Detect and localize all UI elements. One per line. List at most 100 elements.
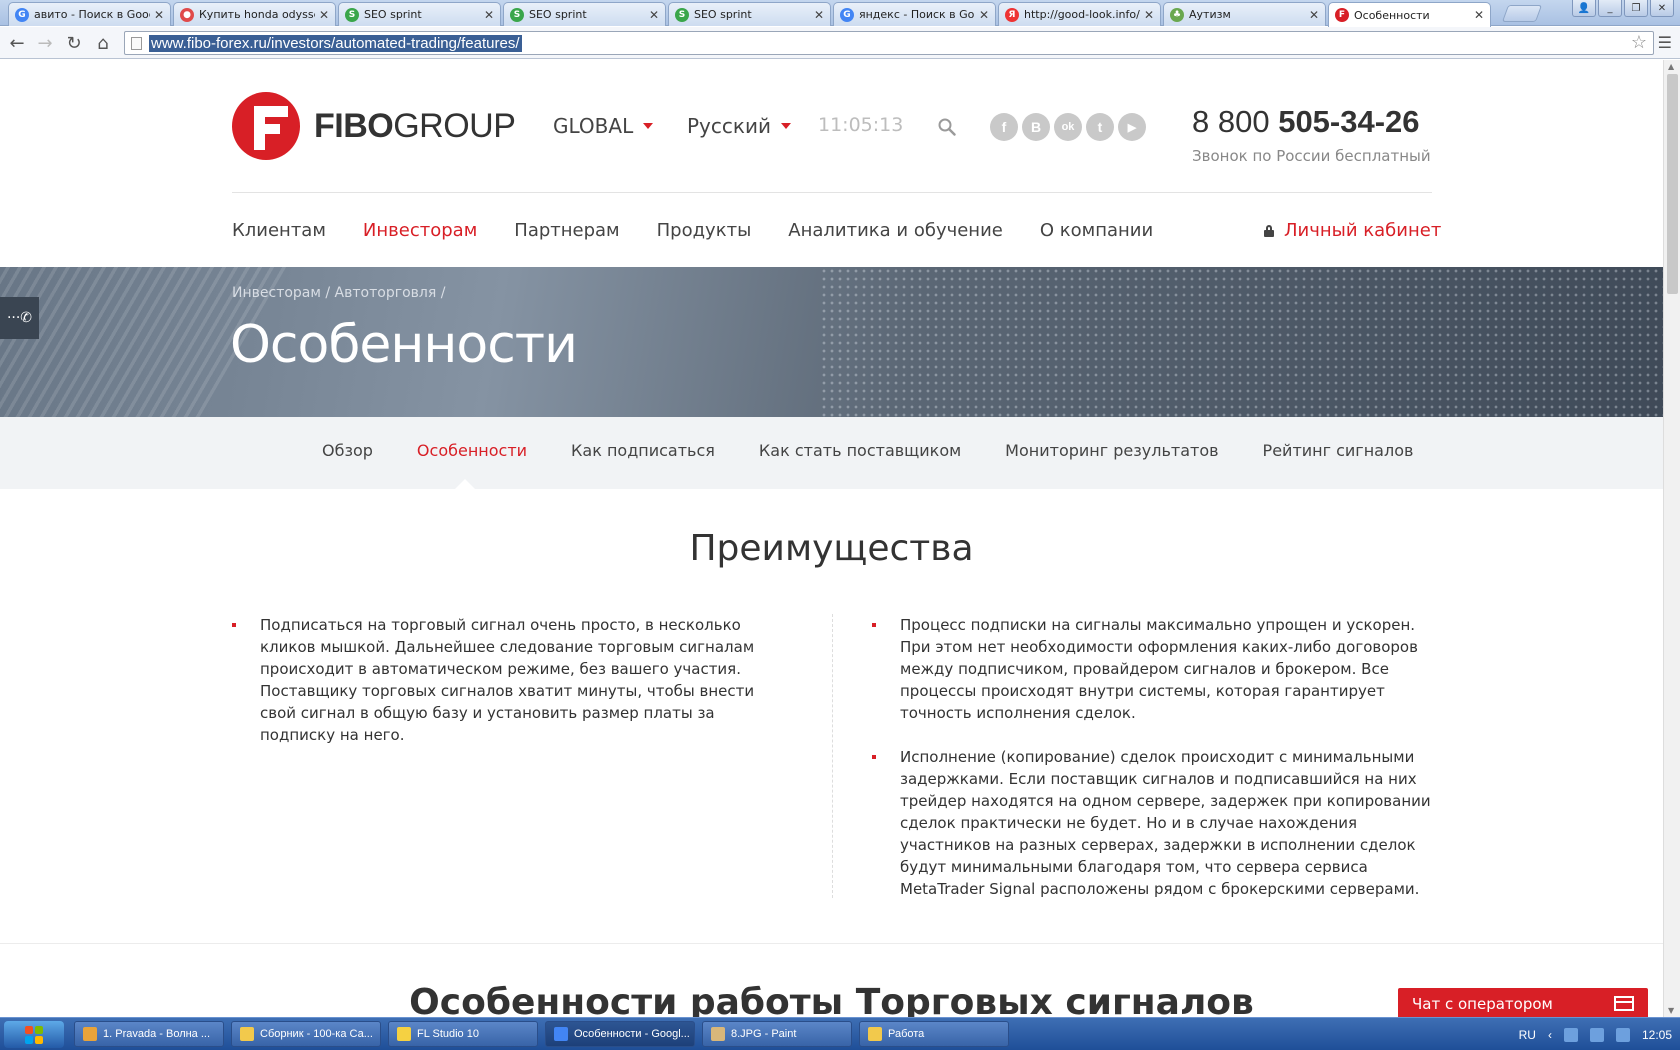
network-icon[interactable] bbox=[1563, 1027, 1578, 1042]
address-bar[interactable]: www.fibo-forex.ru/investors/automated-tr… bbox=[124, 31, 1654, 55]
taskbar-label: 8.JPG - Paint bbox=[731, 1028, 797, 1040]
callback-phone-icon[interactable]: ···✆ bbox=[0, 297, 39, 339]
home-icon[interactable]: ⌂ bbox=[90, 30, 116, 56]
odnoklassniki-icon[interactable]: ok bbox=[1054, 113, 1082, 141]
volume-icon[interactable] bbox=[1589, 1027, 1604, 1042]
new-tab-button[interactable] bbox=[1501, 5, 1543, 22]
close-window-button[interactable]: ✕ bbox=[1650, 0, 1674, 17]
browser-tab[interactable]: Яhttp://good-look.info/ ✕ bbox=[998, 2, 1161, 26]
app-icon bbox=[240, 1027, 254, 1041]
scroll-down-icon[interactable]: ▼ bbox=[1668, 1006, 1674, 1015]
nav-item[interactable]: О компании bbox=[1040, 220, 1153, 241]
taskbar-window-button[interactable]: 8.JPG - Paint bbox=[702, 1021, 852, 1047]
search-icon[interactable] bbox=[938, 118, 956, 136]
subnav-tab[interactable]: Рейтинг сигналов bbox=[1263, 441, 1414, 460]
tab-title: Купить honda odyssey bbox=[199, 8, 315, 21]
breadcrumb[interactable]: Инвесторам / Автоторговля / bbox=[232, 285, 445, 301]
close-tab-icon[interactable]: ✕ bbox=[649, 8, 659, 22]
tray-expand-icon[interactable]: ‹ bbox=[1548, 1028, 1552, 1042]
tab-title: SEO sprint bbox=[694, 8, 752, 21]
chat-operator-button[interactable]: Чат с оператором bbox=[1398, 988, 1648, 1017]
phone-number[interactable]: 8 800 505-34-26 bbox=[1192, 104, 1420, 140]
taskbar-window-button[interactable]: Работа bbox=[859, 1021, 1009, 1047]
chat-label: Чат с оператором bbox=[1412, 995, 1553, 1013]
logo-text: FIBOGROUP bbox=[314, 106, 516, 145]
advantages-right-column: Процесс подписки на сигналы максимально … bbox=[872, 614, 1432, 922]
page-scrollbar[interactable]: ▲ ▼ bbox=[1663, 60, 1680, 1017]
personal-cabinet-link[interactable]: Личный кабинет bbox=[1264, 220, 1441, 241]
region-dropdown[interactable]: GLOBAL bbox=[553, 114, 654, 138]
subnav-tab[interactable]: Особенности bbox=[417, 441, 527, 460]
subnav-tab[interactable]: Как стать поставщиком bbox=[759, 441, 961, 460]
taskbar-window-button[interactable]: Сборник - 100-ка Са... bbox=[231, 1021, 381, 1047]
close-tab-icon[interactable]: ✕ bbox=[979, 8, 989, 22]
close-tab-icon[interactable]: ✕ bbox=[1474, 8, 1484, 22]
browser-tab[interactable]: ● Купить honda odyssey ✕ bbox=[173, 2, 336, 26]
browser-tab[interactable]: S SEO sprint ✕ bbox=[668, 2, 831, 26]
caret-down-icon bbox=[780, 123, 791, 129]
tab-title: Аутизм bbox=[1189, 8, 1231, 21]
seosprint-icon: S bbox=[675, 7, 689, 22]
scroll-up-icon[interactable]: ▲ bbox=[1668, 62, 1674, 71]
nav-item[interactable]: Продукты bbox=[657, 220, 752, 241]
maximize-button[interactable]: ❐ bbox=[1624, 0, 1648, 17]
browser-tab[interactable]: ♣ Аутизм ✕ bbox=[1163, 2, 1326, 26]
close-tab-icon[interactable]: ✕ bbox=[1309, 8, 1319, 22]
active-tab-pointer bbox=[455, 479, 475, 489]
seosprint-icon: S bbox=[510, 7, 524, 22]
close-tab-icon[interactable]: ✕ bbox=[319, 8, 329, 22]
twitter-icon[interactable]: t bbox=[1086, 113, 1114, 141]
browser-tab[interactable]: S SEO sprint ✕ bbox=[338, 2, 501, 26]
facebook-icon[interactable]: f bbox=[990, 113, 1018, 141]
page-title: Особенности bbox=[230, 315, 578, 375]
taskbar-label: Работа bbox=[888, 1028, 925, 1040]
advantage-item: Процесс подписки на сигналы максимально … bbox=[872, 614, 1432, 724]
web-page: FIBOGROUP GLOBAL Русский 11:05:13 f B ok… bbox=[0, 60, 1663, 1017]
advantages-left-column: Подписаться на торговый сигнал очень про… bbox=[232, 614, 792, 768]
language-indicator[interactable]: RU bbox=[1519, 1028, 1536, 1042]
menu-icon[interactable]: ☰ bbox=[1658, 33, 1672, 52]
subnav-tab[interactable]: Обзор bbox=[322, 441, 373, 460]
app-icon bbox=[83, 1027, 97, 1041]
browser-tab[interactable]: S SEO sprint ✕ bbox=[503, 2, 666, 26]
browser-tab[interactable]: Gяндекс - Поиск в Google ✕ bbox=[833, 2, 996, 26]
fibo-logo[interactable]: FIBOGROUP bbox=[232, 92, 516, 160]
taskbar-clock[interactable]: 12:05 bbox=[1642, 1028, 1672, 1042]
nav-item[interactable]: Клиентам bbox=[232, 220, 326, 241]
nav-item[interactable]: Аналитика и обучение bbox=[788, 220, 1003, 241]
advantage-item: Подписаться на торговый сигнал очень про… bbox=[232, 614, 792, 746]
reload-icon[interactable]: ↻ bbox=[61, 30, 87, 56]
scrollbar-thumb[interactable] bbox=[1667, 74, 1678, 294]
taskbar-window-button[interactable]: 1. Pravada - Волна ... bbox=[74, 1021, 224, 1047]
browser-tab[interactable]: Gавито - Поиск в Google ✕ bbox=[8, 2, 171, 26]
app-icon bbox=[711, 1027, 725, 1041]
close-tab-icon[interactable]: ✕ bbox=[154, 8, 164, 22]
user-icon[interactable]: 👤 bbox=[1572, 0, 1596, 17]
subnav-tab[interactable]: Как подписаться bbox=[571, 441, 715, 460]
vk-icon[interactable]: B bbox=[1022, 113, 1050, 141]
minimize-button[interactable]: _ bbox=[1598, 0, 1622, 17]
nav-item[interactable]: Партнерам bbox=[514, 220, 619, 241]
windows-logo-icon bbox=[25, 1025, 43, 1044]
browser-tab[interactable]: F Особенности ✕ bbox=[1328, 2, 1491, 27]
app-icon bbox=[397, 1027, 411, 1041]
taskbar-label: FL Studio 10 bbox=[417, 1028, 479, 1040]
tab-title: яндекс - Поиск в Google bbox=[859, 8, 975, 21]
nav-item[interactable]: Инвесторам bbox=[363, 220, 477, 241]
back-icon[interactable]: ← bbox=[4, 30, 30, 56]
language-dropdown[interactable]: Русский bbox=[687, 114, 791, 138]
close-tab-icon[interactable]: ✕ bbox=[814, 8, 824, 22]
header-clock: 11:05:13 bbox=[818, 114, 904, 136]
forward-icon[interactable]: → bbox=[32, 30, 58, 56]
taskbar-window-button[interactable]: FL Studio 10 bbox=[388, 1021, 538, 1047]
close-tab-icon[interactable]: ✕ bbox=[484, 8, 494, 22]
subnav-tab[interactable]: Мониторинг результатов bbox=[1005, 441, 1218, 460]
start-button[interactable] bbox=[4, 1021, 64, 1048]
hero-banner: Инвесторам / Автоторговля / Особенности bbox=[0, 267, 1663, 417]
bookmark-star-icon[interactable]: ☆ bbox=[1631, 32, 1647, 53]
close-tab-icon[interactable]: ✕ bbox=[1144, 8, 1154, 22]
taskbar-window-button[interactable]: Особенности - Googl... bbox=[545, 1021, 695, 1047]
system-tray: RU ‹ 12:05 bbox=[1410, 1018, 1680, 1050]
tray-app-icon[interactable] bbox=[1615, 1027, 1630, 1042]
youtube-icon[interactable]: ▶ bbox=[1118, 113, 1146, 141]
